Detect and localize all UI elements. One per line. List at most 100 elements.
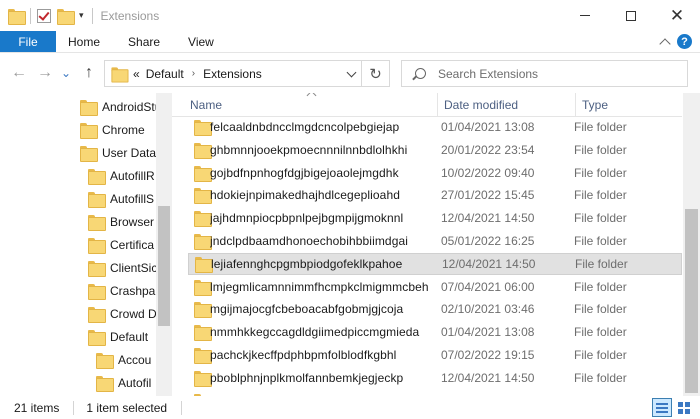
properties-check-icon[interactable] xyxy=(37,8,51,23)
tree-item-label: User Data xyxy=(102,145,157,160)
folder-icon xyxy=(195,256,213,273)
file-list-scrollbar[interactable] xyxy=(683,93,700,396)
folder-icon xyxy=(88,306,106,323)
file-name: pachckjkecffpdphbpmfolblodfkgbhl xyxy=(210,348,397,362)
details-view-button[interactable] xyxy=(652,398,672,417)
folder-icon xyxy=(194,211,212,228)
minimize-button[interactable] xyxy=(562,0,608,31)
status-divider xyxy=(181,400,183,415)
tab-home[interactable]: Home xyxy=(56,31,114,52)
search-box[interactable]: Search Extensions xyxy=(401,60,688,87)
file-name: gojbdfnpnhogfdgjbigejoaolejmgdhk xyxy=(210,165,399,180)
new-folder-icon[interactable] xyxy=(57,8,75,25)
breadcrumb-extensions[interactable]: Extensions xyxy=(203,67,262,81)
maximize-button[interactable] xyxy=(608,0,654,31)
chevron-down-icon: ⌄ xyxy=(60,66,72,80)
recent-locations-button[interactable]: ⌄ xyxy=(60,64,72,82)
maximize-icon xyxy=(626,10,636,21)
large-icons-view-button[interactable] xyxy=(674,398,694,417)
tab-file[interactable]: File xyxy=(0,31,56,52)
file-name: felcaaldnbdncclmgdcncolpebgiejap xyxy=(210,120,400,134)
column-date-label: Date modified xyxy=(444,98,519,112)
toolbar-divider xyxy=(91,7,93,24)
breadcrumb-separator-icon[interactable]: › xyxy=(192,68,195,79)
refresh-button[interactable]: ↻ xyxy=(361,61,389,86)
folder-icon xyxy=(194,348,212,364)
table-row[interactable]: pboblphnjnplkmolfannbemkjegjeckp 12/04/20… xyxy=(188,367,682,389)
file-date-modified: 10/02/2022 09:40 xyxy=(441,165,535,180)
table-row[interactable]: ghbmnnjooekpmoecnnnilnnbdlolhkhi 20/01/20… xyxy=(188,139,682,161)
up-button[interactable]: ↑ xyxy=(80,64,98,82)
folder-icon xyxy=(194,325,212,342)
file-date-modified: 01/04/2021 13:08 xyxy=(441,120,535,134)
file-name: ghbmnnjooekpmoecnnnilnnbdlolhkhi xyxy=(210,142,408,157)
selection-count: 1 item selected xyxy=(86,400,168,415)
view-switcher xyxy=(652,398,694,417)
folder-icon xyxy=(96,352,114,369)
help-icon[interactable]: ? xyxy=(677,34,692,49)
folder-icon xyxy=(80,122,98,139)
table-row[interactable]: felcaaldnbdncclmgdcncolpebgiejap 01/04/20… xyxy=(188,116,682,138)
folder-icon xyxy=(194,302,212,319)
close-button[interactable]: ✕ xyxy=(654,0,700,31)
folder-icon xyxy=(111,66,129,83)
file-type: File folder xyxy=(574,234,627,248)
table-row[interactable]: nmmhkkegccagdldgiimedpiccmgmieda 01/04/20… xyxy=(188,321,682,343)
folder-icon xyxy=(88,329,106,346)
file-type: File folder xyxy=(575,256,628,271)
title-bar: ▾ Extensions ✕ xyxy=(0,0,700,31)
file-type: File folder xyxy=(574,120,627,134)
column-header-type[interactable]: Type xyxy=(576,93,682,117)
expand-ribbon-icon[interactable] xyxy=(659,37,671,50)
file-date-modified: 05/01/2022 16:25 xyxy=(441,234,535,248)
file-date-modified: 12/04/2021 14:50 xyxy=(441,211,535,226)
tree-item-label: Chrome xyxy=(102,122,145,137)
navigation-scrollbar[interactable] xyxy=(156,93,172,396)
file-list: Name Date modified Type felcaaldnbdncclm… xyxy=(172,93,700,396)
column-type-label: Type xyxy=(582,98,609,112)
close-icon: ✕ xyxy=(669,5,685,26)
breadcrumb-default[interactable]: Default xyxy=(146,67,184,81)
tree-item-label: ClientSic xyxy=(110,260,158,275)
file-type: File folder xyxy=(574,142,627,157)
file-type: File folder xyxy=(574,279,627,294)
table-row[interactable]: pachckjkecffpdphbpmfolblodfkgbhl 07/02/20… xyxy=(188,344,682,366)
tab-view[interactable]: View xyxy=(174,31,228,52)
tree-item-label: Autofil xyxy=(118,375,152,390)
folder-icon xyxy=(194,279,212,296)
navigation-pane: AndroidStu Chrome User Data AutofillR Autofi… xyxy=(0,93,172,396)
window-controls: ✕ xyxy=(562,0,700,31)
back-button[interactable]: ← xyxy=(10,64,28,82)
folder-icon xyxy=(88,191,106,208)
quick-access-toolbar: ▾ xyxy=(0,7,84,25)
file-list-scrollbar-thumb[interactable] xyxy=(685,209,698,393)
file-date-modified: 27/01/2022 15:45 xyxy=(441,188,535,203)
file-date-modified: 01/04/2021 13:08 xyxy=(441,325,535,340)
tab-share[interactable]: Share xyxy=(114,31,174,52)
folder-icon xyxy=(88,283,106,300)
table-row[interactable]: jajhdmnpiocpbpnlpejbgmpijgmoknnl 12/04/20… xyxy=(188,207,682,229)
customize-toolbar-dropdown-icon[interactable]: ▾ xyxy=(79,10,84,21)
column-header-date[interactable]: Date modified xyxy=(438,93,576,117)
file-name: hdokiejnpimakedhajhdlcegeplioahd xyxy=(210,188,401,203)
table-row[interactable]: mgijmajocgfcbeboacabfgobmjgjcoja 02/10/20… xyxy=(188,298,682,320)
table-row[interactable]: gojbdfnpnhogfdgjbigejoaolejmgdhk 10/02/20… xyxy=(188,162,682,184)
address-bar[interactable]: « Default › Extensions ↻ xyxy=(104,60,390,87)
breadcrumb-overflow[interactable]: « xyxy=(133,67,140,81)
table-row[interactable]: lmjegmlicamnnimmfhcmpkclmigmmcbeh 07/04/2… xyxy=(188,276,682,298)
address-history-dropdown-icon[interactable] xyxy=(346,67,357,78)
table-row[interactable]: jndclpdbaamdhonoechobihbbiimdgai 05/01/20… xyxy=(188,230,682,252)
navigation-scrollbar-thumb[interactable] xyxy=(158,206,170,326)
file-date-modified: 20/01/2022 23:54 xyxy=(441,142,535,157)
file-type: File folder xyxy=(574,325,627,340)
search-input[interactable]: Search Extensions xyxy=(438,67,538,81)
file-type: File folder xyxy=(574,211,627,226)
tree-item-label: Crashpa xyxy=(110,283,156,298)
forward-button[interactable]: → xyxy=(36,64,54,82)
table-row[interactable]: hdokiejnpimakedhajhdlcegeplioahd 27/01/20… xyxy=(188,184,682,206)
navigation-bar: ← → ⌄ ↑ « Default › Extensions ↻ Search … xyxy=(0,53,700,93)
file-name: lmjegmlicamnnimmfhcmpkclmigmmcbeh xyxy=(210,279,429,294)
file-type: File folder xyxy=(574,165,627,180)
table-row[interactable]: lejiafennghcpgmbpiodgofeklkpahoe 12/04/20… xyxy=(188,252,682,275)
folder-icon xyxy=(80,99,98,116)
